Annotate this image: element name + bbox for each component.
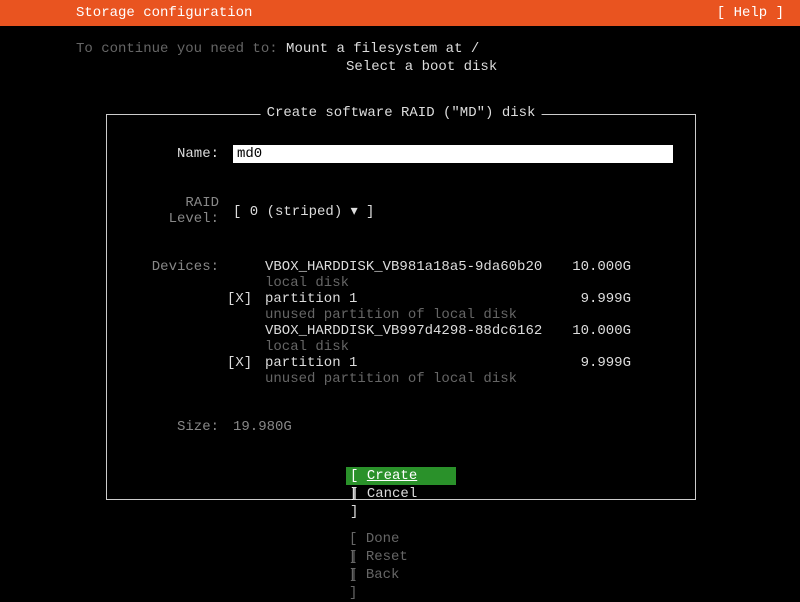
dialog-buttons: [ Create____ ] [ Cancel____ ]	[107, 467, 695, 503]
raid-dialog: Create software RAID ("MD") disk Name: m…	[106, 114, 696, 500]
create-button[interactable]: [ Create____ ]	[346, 467, 456, 485]
cancel-label: Cancel	[367, 486, 417, 502]
help-button[interactable]: [ Help ]	[717, 0, 784, 26]
done-button[interactable]: [ Done______ ]	[345, 530, 455, 548]
devices-block: Devices: VBOX_HARDDISK_VB981a18a5-9da60b…	[127, 259, 695, 387]
device-size: 10.000G	[561, 323, 631, 339]
device-size: 10.000G	[561, 259, 631, 275]
device-checkbox[interactable]: [X]	[223, 355, 265, 371]
device-name[interactable]: partition 1	[265, 355, 561, 371]
bottom-buttons: [ Done______ ] [ Reset_____ ] [ Back____…	[0, 530, 800, 584]
raid-level-label: RAID Level:	[127, 195, 223, 227]
create-label: Create	[367, 468, 417, 484]
devices-label: Devices:	[127, 259, 223, 275]
page-title: Storage configuration	[76, 0, 252, 26]
raid-level-select[interactable]: [ 0 (striped) ▾ ]	[233, 203, 374, 220]
hint-prefix: To continue you need to:	[76, 41, 286, 57]
device-sub: local disk	[265, 339, 561, 355]
device-sub: unused partition of local disk	[265, 307, 561, 323]
hint-line2: Select a boot disk	[76, 58, 800, 76]
size-value: 19.980G	[233, 419, 292, 435]
dialog-title: Create software RAID ("MD") disk	[261, 105, 542, 121]
device-sub: local disk	[265, 275, 561, 291]
raid-level-row: RAID Level: [ 0 (striped) ▾ ]	[127, 195, 695, 227]
hint-text: To continue you need to: Mount a filesys…	[0, 40, 800, 76]
device-size: 9.999G	[561, 355, 631, 371]
size-label: Size:	[127, 419, 223, 435]
device-name[interactable]: VBOX_HARDDISK_VB997d4298-88dc6162	[265, 323, 561, 339]
name-input[interactable]: md0	[233, 145, 673, 163]
device-size: 9.999G	[561, 291, 631, 307]
name-label: Name:	[127, 146, 223, 162]
hint-line1: Mount a filesystem at /	[286, 41, 479, 57]
device-name[interactable]: partition 1	[265, 291, 561, 307]
back-button[interactable]: [ Back______ ]	[345, 566, 455, 584]
size-row: Size: 19.980G	[127, 419, 695, 435]
cancel-button[interactable]: [ Cancel____ ]	[346, 485, 456, 503]
topbar: Storage configuration [ Help ]	[0, 0, 800, 26]
name-row: Name: md0	[127, 145, 695, 163]
device-checkbox[interactable]: [X]	[223, 291, 265, 307]
device-sub: unused partition of local disk	[265, 371, 561, 387]
device-name[interactable]: VBOX_HARDDISK_VB981a18a5-9da60b20	[265, 259, 561, 275]
reset-button[interactable]: [ Reset_____ ]	[345, 548, 455, 566]
